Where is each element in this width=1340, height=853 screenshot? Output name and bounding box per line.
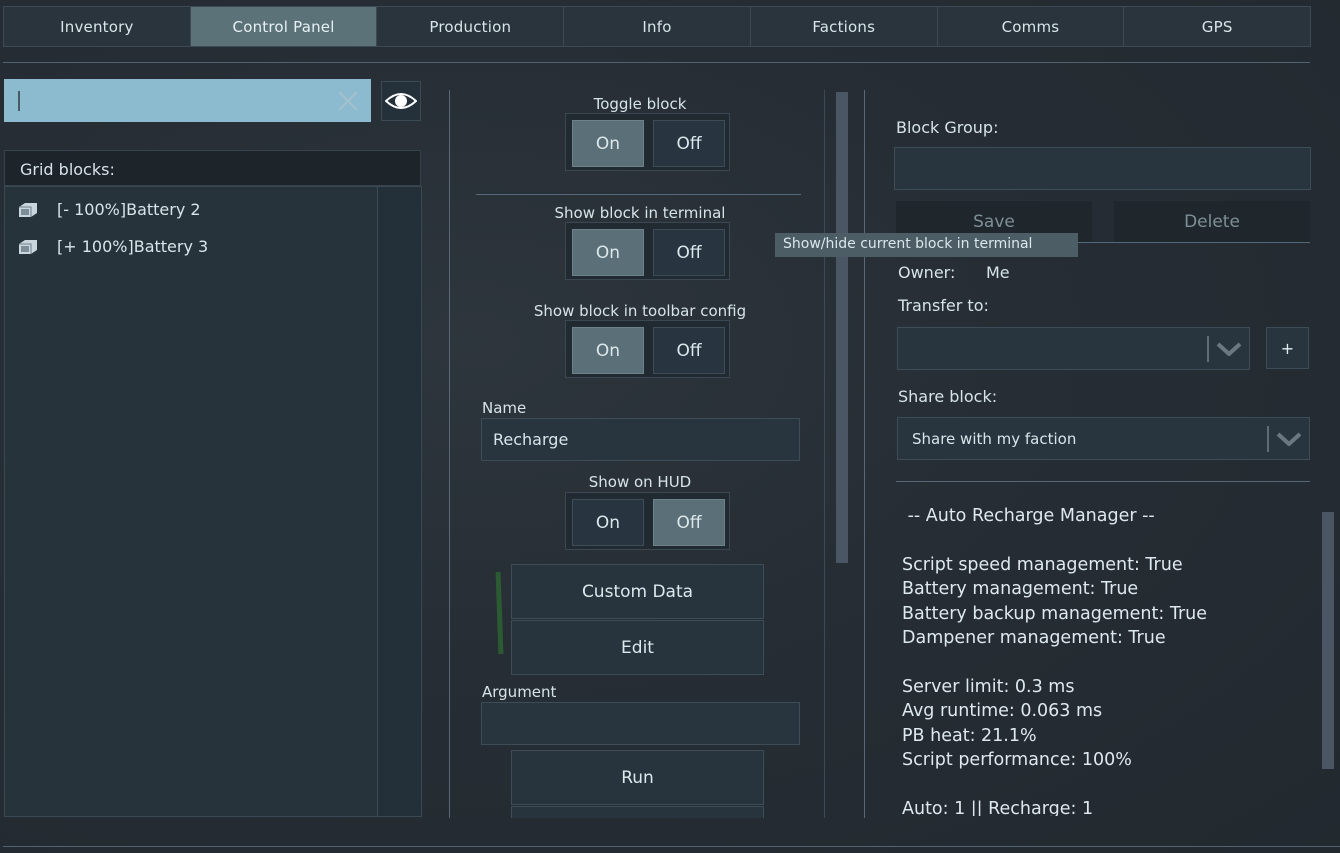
eye-icon (385, 93, 417, 109)
visibility-toggle-button[interactable] (381, 81, 421, 121)
tooltip: Show/hide current block in terminal (775, 233, 1078, 257)
list-item[interactable]: [- 100%]Battery 2 (17, 200, 201, 219)
toggle-block-label: Toggle block (593, 95, 687, 113)
show-in-toolbar-off-button[interactable]: Off (653, 327, 725, 374)
show-in-toolbar-switch: On Off (565, 320, 730, 378)
battery-icon (19, 239, 37, 254)
controls-scrollbar[interactable] (836, 92, 848, 563)
show-in-toolbar-on-button[interactable]: On (572, 327, 644, 374)
delete-button[interactable]: Delete (1114, 201, 1310, 242)
script-info-text: -- Auto Recharge Manager -- Script speed… (902, 506, 1208, 816)
divider (476, 194, 801, 195)
argument-field[interactable] (493, 714, 799, 733)
tab-production[interactable]: Production (377, 7, 565, 46)
list-item-label: [+ 100%]Battery 3 (57, 237, 209, 256)
tab-inventory[interactable]: Inventory (4, 7, 191, 46)
grid-blocks-header: Grid blocks: (4, 150, 421, 186)
block-group-field[interactable] (894, 147, 1311, 190)
owner-label: Owner: (898, 263, 956, 282)
share-block-label: Share block: (898, 387, 998, 406)
search-input[interactable] (26, 91, 371, 110)
transfer-to-dropdown[interactable] (897, 327, 1250, 370)
block-group-label: Block Group: (896, 118, 999, 137)
divider (824, 90, 825, 818)
run-button[interactable]: Run (511, 750, 764, 805)
argument-label: Argument (482, 683, 557, 701)
tab-bar: Inventory Control Panel Production Info … (3, 6, 1311, 47)
name-label: Name (482, 399, 527, 417)
divider (3, 62, 1310, 63)
argument-field-box (481, 702, 800, 745)
show-in-terminal-switch: On Off (565, 222, 730, 280)
list-item-label: [- 100%]Battery 2 (57, 200, 201, 219)
divider (449, 90, 450, 818)
list-item[interactable]: [+ 100%]Battery 3 (17, 237, 208, 256)
search-box[interactable] (4, 79, 371, 122)
close-icon[interactable] (337, 90, 359, 112)
show-on-hud-off-button[interactable]: Off (653, 499, 725, 546)
show-in-terminal-off-button[interactable]: Off (653, 229, 725, 276)
show-in-terminal-on-button[interactable]: On (572, 229, 644, 276)
tab-factions[interactable]: Factions (751, 7, 938, 46)
edit-button[interactable]: Edit (511, 620, 764, 675)
tab-comms[interactable]: Comms (938, 7, 1125, 46)
share-block-value: Share with my faction (912, 429, 1077, 448)
transfer-to-label: Transfer to: (898, 296, 989, 315)
tab-control-panel[interactable]: Control Panel (190, 7, 378, 46)
toggle-block-off-button[interactable]: Off (653, 120, 725, 167)
name-field-box (481, 418, 800, 461)
divider (896, 481, 1310, 482)
chevron-down-icon (1209, 342, 1249, 356)
battery-icon (19, 202, 37, 217)
show-on-hud-label: Show on HUD (588, 473, 692, 491)
show-on-hud-on-button[interactable]: On (572, 499, 644, 546)
show-on-hud-switch: On Off (565, 492, 730, 550)
background-decoration (495, 571, 504, 655)
grid-blocks-list: [- 100%]Battery 2 [+ 100%]Battery 3 (4, 186, 422, 817)
name-field[interactable] (493, 430, 799, 449)
custom-data-button[interactable]: Custom Data (511, 564, 764, 619)
tab-info[interactable]: Info (564, 7, 751, 46)
toggle-block-switch: On Off (565, 113, 730, 171)
text-caret (18, 90, 20, 111)
chevron-down-icon (1269, 432, 1309, 446)
toggle-block-on-button[interactable]: On (572, 120, 644, 167)
info-scrollbar[interactable] (1322, 512, 1334, 769)
add-button[interactable]: + (1266, 327, 1309, 369)
show-in-toolbar-label: Show block in toolbar config (533, 302, 747, 320)
list-scrollbar[interactable] (377, 187, 421, 816)
divider (864, 90, 865, 818)
tab-gps[interactable]: GPS (1124, 7, 1310, 46)
show-in-terminal-label: Show block in terminal (554, 204, 726, 222)
owner-value: Me (986, 263, 1010, 282)
next-button-partial[interactable] (511, 806, 764, 818)
divider (3, 846, 1340, 847)
share-block-dropdown[interactable]: Share with my faction (897, 417, 1310, 460)
